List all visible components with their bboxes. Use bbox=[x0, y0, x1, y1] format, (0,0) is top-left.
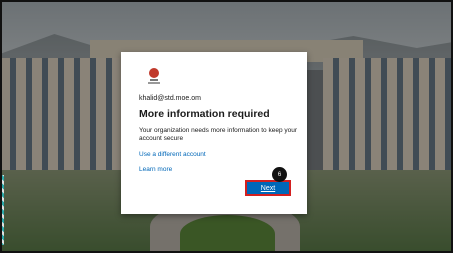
learn-more-link[interactable]: Learn more bbox=[139, 166, 172, 173]
next-button[interactable]: Next bbox=[245, 180, 291, 196]
step-number-badge: 6 bbox=[272, 167, 287, 182]
dialog-description: Your organization needs more information… bbox=[139, 127, 298, 142]
use-different-account-link[interactable]: Use a different account bbox=[139, 151, 206, 158]
ministry-logo-icon bbox=[148, 68, 160, 84]
more-info-dialog: khalid@std.moe.om More information requi… bbox=[121, 52, 307, 214]
account-email: khalid@std.moe.om bbox=[139, 95, 201, 102]
dialog-title: More information required bbox=[139, 108, 270, 120]
